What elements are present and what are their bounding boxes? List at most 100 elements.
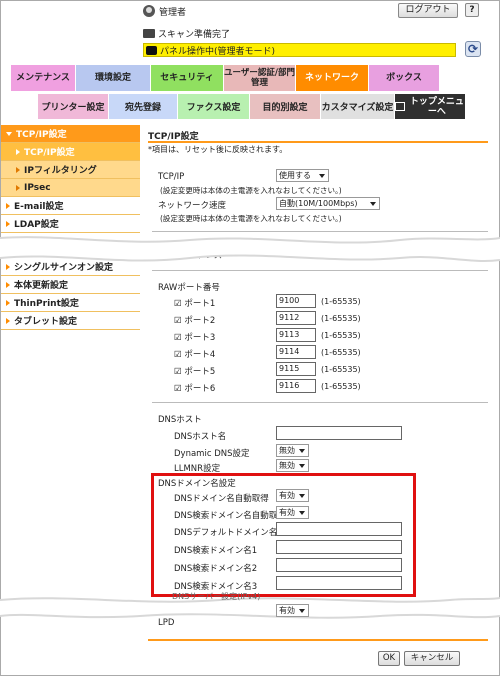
port-3-label: ポート3	[184, 333, 216, 343]
port-6-range: (1-65535)	[321, 382, 361, 391]
port-6-label: ポート6	[184, 384, 216, 394]
lpd-label: LPD	[158, 618, 175, 628]
tab-address-register[interactable]: 宛先登録	[109, 94, 178, 119]
sidebar-item-thinprint[interactable]: ThinPrint設定	[1, 294, 140, 312]
speed-select[interactable]: 自動(10M/100Mbps)	[276, 197, 380, 210]
dynamic-dns-label: Dynamic DNS設定	[174, 449, 250, 459]
port-6-checkbox[interactable]: ☑ ポート6	[174, 382, 215, 394]
help-icon[interactable]: ?	[465, 3, 479, 17]
port-4-checkbox[interactable]: ☑ ポート4	[174, 348, 215, 360]
logout-button[interactable]: ログアウト	[398, 3, 458, 18]
port-4-input[interactable]: 9114	[276, 345, 316, 359]
tcpip-select[interactable]: 使用する	[276, 169, 329, 182]
sidebar-subitem-tcpip[interactable]: TCP/IP設定	[1, 143, 140, 161]
port-3-input[interactable]: 9113	[276, 328, 316, 342]
reboot-note-2: (設定変更時は本体の主電源を入れなおしてください。)	[160, 214, 342, 223]
sidebar-item-tablet[interactable]: タブレット設定	[1, 312, 140, 330]
tab-top-menu[interactable]: トップメニューへ	[395, 94, 466, 119]
port-3-range: (1-65535)	[321, 331, 361, 340]
sidebar-item-label: タブレット設定	[14, 317, 78, 327]
sidebar: TCP/IP設定 TCP/IP設定 IPフィルタリング IPsec E-mail…	[1, 125, 140, 233]
dns-host-name-input[interactable]	[276, 426, 402, 440]
sidebar-lower: シングルサインオン設定 本体更新設定 ThinPrint設定 タブレット設定	[1, 258, 140, 330]
tcpip-label: TCP/IP	[158, 172, 185, 182]
separator	[152, 402, 488, 403]
cancel-button[interactable]: キャンセル	[404, 651, 460, 666]
sidebar-item-label: E-mail設定	[14, 202, 64, 212]
footer-rule	[148, 639, 488, 641]
sidebar-item-ldap[interactable]: LDAP設定	[1, 215, 140, 233]
sidebar-item-label: IPsec	[24, 182, 51, 193]
reboot-note: (設定変更時は本体の主電源を入れなおしてください。)	[160, 186, 342, 195]
sidebar-item-label: LDAP設定	[14, 220, 59, 230]
sub-tab-bar: プリンター設定 宛先登録 ファクス設定 目的別設定 カスタマイズ設定 トップメニ…	[38, 94, 466, 119]
tab-purpose-settings[interactable]: 目的別設定	[250, 94, 321, 119]
panel-status-bar: パネル操作中(管理者モード)	[143, 43, 456, 57]
sidebar-item-email[interactable]: E-mail設定	[1, 197, 140, 215]
sidebar-item-firmware[interactable]: 本体更新設定	[1, 276, 140, 294]
dynamic-dns-select[interactable]: 無効	[276, 444, 309, 457]
arrow-icon	[16, 184, 20, 191]
dns-host-label: DNSホスト	[158, 415, 202, 425]
speed-label: ネットワーク速度	[158, 201, 227, 211]
port-4-label: ポート4	[184, 350, 216, 360]
port-2-range: (1-65535)	[321, 314, 361, 323]
scan-status-text: スキャン準備完了	[158, 30, 231, 40]
partial-row-label: DNSサーバー設定(IPv4)	[172, 592, 261, 601]
sidebar-subitem-ipsec[interactable]: IPsec	[1, 179, 140, 197]
refresh-icon[interactable]: ⟳	[465, 41, 481, 57]
page-break-tear	[0, 236, 500, 262]
sidebar-item-label: TCP/IP設定	[16, 130, 67, 140]
scan-status: スキャン準備完了	[143, 27, 230, 40]
arrow-icon	[6, 202, 10, 209]
panel-lock-icon	[146, 45, 157, 55]
tab-box[interactable]: ボックス	[369, 65, 440, 91]
sidebar-item-label: ThinPrint設定	[14, 299, 79, 309]
menu-icon	[395, 102, 405, 111]
llmnr-select[interactable]: 無効	[276, 459, 309, 472]
tab-environment[interactable]: 環境設定	[76, 65, 151, 91]
arrow-icon	[6, 281, 10, 288]
port-1-checkbox[interactable]: ☑ ポート1	[174, 297, 215, 309]
dns-host-name-label: DNSホスト名	[174, 432, 227, 442]
port-1-range: (1-65535)	[321, 297, 361, 306]
arrow-icon	[16, 166, 20, 173]
tab-maintenance[interactable]: メンテナンス	[11, 65, 76, 91]
port-5-range: (1-65535)	[321, 365, 361, 374]
sidebar-subitem-ip-filter[interactable]: IPフィルタリング	[1, 161, 140, 179]
port-4-range: (1-65535)	[321, 348, 361, 357]
port-2-checkbox[interactable]: ☑ ポート2	[174, 314, 215, 326]
tab-printer-settings[interactable]: プリンター設定	[38, 94, 109, 119]
tab-security[interactable]: セキュリティ	[151, 65, 224, 91]
arrow-icon	[16, 148, 20, 155]
highlight-box	[151, 473, 416, 597]
port-2-input[interactable]: 9112	[276, 311, 316, 325]
port-1-input[interactable]: 9100	[276, 294, 316, 308]
sidebar-item-label: TCP/IP設定	[24, 148, 75, 158]
admin-user-icon	[143, 5, 155, 17]
admin-label: 管理者	[159, 7, 187, 18]
title-rule	[148, 141, 488, 143]
port-5-input[interactable]: 9115	[276, 362, 316, 376]
tab-network[interactable]: ネットワーク	[296, 65, 369, 91]
port-1-label: ポート1	[184, 299, 216, 309]
port-2-label: ポート2	[184, 316, 216, 326]
port-3-checkbox[interactable]: ☑ ポート3	[174, 331, 215, 343]
port-5-label: ポート5	[184, 367, 216, 377]
ok-button[interactable]: OK	[378, 651, 400, 666]
main-tab-bar: メンテナンス 環境設定 セキュリティ ユーザー認証/部門管理 ネットワーク ボッ…	[11, 65, 440, 91]
expand-icon	[6, 131, 12, 136]
arrow-icon	[6, 317, 10, 324]
sidebar-item-label: 本体更新設定	[14, 281, 69, 291]
sidebar-item-tcpip[interactable]: TCP/IP設定	[1, 125, 140, 143]
printer-status-icon	[143, 29, 155, 38]
tab-fax-settings[interactable]: ファクス設定	[178, 94, 250, 119]
tab-user-auth[interactable]: ユーザー認証/部門管理	[224, 65, 296, 91]
arrow-icon	[6, 299, 10, 306]
port-6-input[interactable]: 9116	[276, 379, 316, 393]
port-5-checkbox[interactable]: ☑ ポート5	[174, 365, 215, 377]
sidebar-item-label: IPフィルタリング	[24, 166, 97, 176]
panel-status-text: パネル操作中(管理者モード)	[160, 46, 276, 57]
tab-customize[interactable]: カスタマイズ設定	[321, 94, 395, 119]
partial-row-select[interactable]: 有効	[276, 604, 309, 617]
